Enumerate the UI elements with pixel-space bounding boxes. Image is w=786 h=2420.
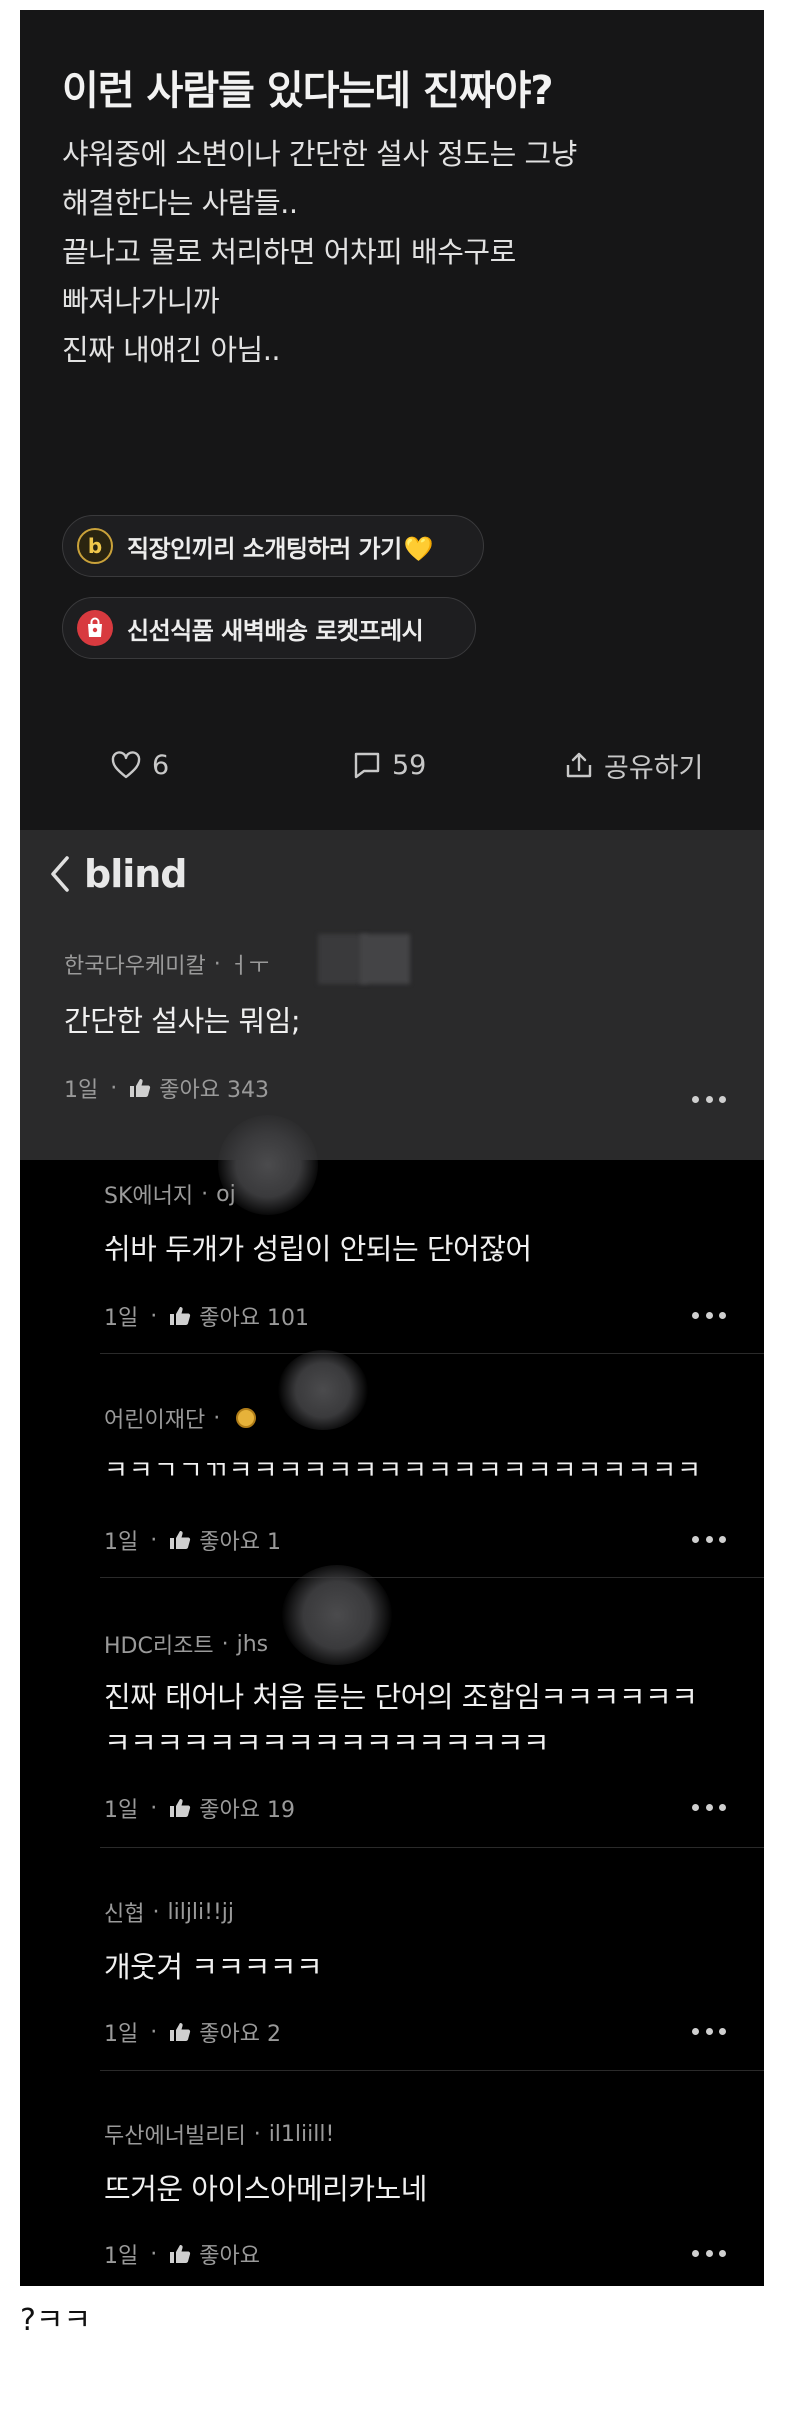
like-button[interactable]: 6 bbox=[110, 740, 169, 790]
screenshot-frame: 이런 사람들 있다는데 진짜야? 샤워중에 소변이나 간단한 설사 정도는 그냥… bbox=[20, 10, 764, 2286]
reply-author[interactable]: 두산에너빌리티 · il1liill! bbox=[104, 2118, 334, 2150]
thumbs-up-icon[interactable] bbox=[169, 2244, 191, 2264]
back-button[interactable]: blind bbox=[48, 846, 188, 902]
reply-author[interactable]: SK에너지 · oj bbox=[104, 1178, 236, 1210]
brand-logo: blind bbox=[84, 852, 188, 896]
reply-author[interactable]: 신협 · liljli!!jj bbox=[104, 1896, 234, 1928]
nickname: liljli!!jj bbox=[167, 1899, 235, 1925]
comment-text: 간단한 설사는 뭐임; bbox=[64, 1004, 301, 1038]
ad-link-label: 신선식품 새벽배송 로켓프레시 bbox=[127, 616, 424, 645]
thumbs-up-icon[interactable] bbox=[169, 2022, 191, 2042]
more-options-icon[interactable] bbox=[692, 2026, 726, 2036]
company-name: HDC리조트 bbox=[104, 1634, 214, 1659]
nickname: oj bbox=[216, 1181, 236, 1207]
ad-link-blind-dating[interactable]: b 직장인끼리 소개팅하러 가기💛 bbox=[62, 515, 484, 577]
comment-bubble-icon bbox=[354, 752, 380, 779]
post-body-line: 해결한다는 사람들.. bbox=[62, 186, 298, 220]
more-options-icon[interactable] bbox=[692, 1310, 726, 1320]
reply-divider bbox=[100, 1353, 764, 1354]
yellow-heart-icon: 💛 bbox=[403, 534, 434, 563]
share-button[interactable]: 공유하기 bbox=[564, 740, 703, 790]
blurred-avatar bbox=[282, 1565, 392, 1665]
thumbs-up-icon[interactable] bbox=[169, 1798, 191, 1818]
reply-age: 1일 bbox=[104, 2244, 139, 2269]
reply-author[interactable]: HDC리조트 · jhs bbox=[104, 1628, 268, 1660]
post-body: 샤워중에 소변이나 간단한 설사 정도는 그냥 해결한다는 사람들.. 끝나고 … bbox=[62, 130, 722, 375]
post-title: 이런 사람들 있다는데 진짜야? bbox=[62, 68, 554, 114]
reply-text: 쉬바 두개가 성립이 안되는 단어잖어 bbox=[104, 1232, 532, 1266]
nickname: il1liill! bbox=[268, 2121, 335, 2147]
reply-age: 1일 bbox=[104, 1530, 139, 1555]
reply-footer: 1일 · 좋아요 bbox=[104, 2238, 260, 2270]
reply-divider bbox=[100, 1847, 764, 1848]
reply-text: 진짜 태어나 처음 듣는 단어의 조합임ㅋㅋㅋㅋㅋㅋ bbox=[104, 1680, 698, 1714]
blurred-avatar bbox=[360, 934, 410, 984]
reply-age: 1일 bbox=[104, 1306, 139, 1331]
reply-text: 개웃겨 ㅋㅋㅋㅋㅋ bbox=[104, 1950, 323, 1984]
thumbs-up-icon[interactable] bbox=[169, 1306, 191, 1326]
post-body-line: 끝나고 물로 처리하면 어차피 배수구로 bbox=[62, 235, 516, 269]
post-body-line: 진짜 내얘긴 아님.. bbox=[62, 333, 281, 367]
ad-link-rocket-fresh[interactable]: 신선식품 새벽배송 로켓프레시 bbox=[62, 597, 476, 659]
like-label[interactable]: 좋아요 343 bbox=[159, 1072, 269, 1104]
like-label[interactable]: 좋아요 2 bbox=[199, 2016, 281, 2048]
more-options-icon[interactable] bbox=[692, 2248, 726, 2258]
like-label[interactable]: 좋아요 1 bbox=[199, 1524, 281, 1556]
more-options-icon[interactable] bbox=[692, 1534, 726, 1544]
post-card: 이런 사람들 있다는데 진짜야? 샤워중에 소변이나 간단한 설사 정도는 그냥… bbox=[20, 10, 764, 830]
reply-divider bbox=[100, 2070, 764, 2071]
company-name: 한국다우케미칼 bbox=[64, 954, 206, 979]
comment-author[interactable]: 한국다우케미칼 · ㅓㅜ bbox=[64, 948, 269, 980]
more-options-icon[interactable] bbox=[692, 1094, 726, 1104]
comment-age: 1일 bbox=[64, 1078, 99, 1103]
comment-count: 59 bbox=[392, 749, 427, 781]
comment-button[interactable]: 59 bbox=[352, 740, 426, 790]
company-name: 신협 bbox=[104, 1902, 145, 1927]
reply-footer: 1일 · 좋아요 101 bbox=[104, 1300, 309, 1332]
reply-author[interactable]: 어린이재단 · bbox=[104, 1402, 257, 1434]
post-actions-bar: 6 59 공유하기 bbox=[20, 740, 764, 790]
like-label[interactable]: 좋아요 19 bbox=[199, 1792, 295, 1824]
reply-divider bbox=[100, 1577, 764, 1578]
post-body-line: 빠져나가니까 bbox=[62, 284, 220, 318]
reply-footer: 1일 · 좋아요 2 bbox=[104, 2016, 281, 2048]
company-name: 어린이재단 bbox=[104, 1408, 206, 1433]
ad-link-label: 직장인끼리 소개팅하러 가기💛 bbox=[127, 534, 434, 563]
reply-footer: 1일 · 좋아요 1 bbox=[104, 1524, 281, 1556]
share-label: 공유하기 bbox=[604, 752, 704, 784]
reply-text: 뜨거운 아이스아메리카노네 bbox=[104, 2172, 427, 2206]
comment-footer: 1일 · 좋아요 343 bbox=[64, 1072, 269, 1104]
shopping-bag-icon bbox=[77, 610, 113, 646]
reply-age: 1일 bbox=[104, 1798, 139, 1823]
thumbs-up-icon[interactable] bbox=[129, 1078, 151, 1098]
reply-footer: 1일 · 좋아요 19 bbox=[104, 1792, 295, 1824]
chevron-left-icon bbox=[51, 856, 69, 892]
blurred-avatar bbox=[278, 1350, 368, 1430]
heart-icon bbox=[111, 751, 141, 779]
post-body-line: 샤워중에 소변이나 간단한 설사 정도는 그냥 bbox=[62, 137, 577, 171]
company-name: SK에너지 bbox=[104, 1184, 194, 1209]
comment-header-section: blind 한국다우케미칼 · ㅓㅜ 간단한 설사는 뭐임; 1일 · 좋아요 … bbox=[20, 830, 764, 1160]
blind-b-icon: b bbox=[77, 528, 113, 564]
like-label[interactable]: 좋아요 bbox=[199, 2238, 260, 2270]
nickname: jhs bbox=[236, 1631, 269, 1657]
coin-badge-icon bbox=[236, 1408, 257, 1428]
share-icon bbox=[566, 752, 592, 778]
company-name: 두산에너빌리티 bbox=[104, 2124, 246, 2149]
reply-text: ㅋㅋㅋㅋㅋㅋㅋㅋㅋㅋㅋㅋㅋㅋㅋㅋㅋ bbox=[104, 1726, 550, 1760]
reply-text: ㅋㅋㄱㄱㄲㅋㅋㅋㅋㅋㅋㅋㅋㅋㅋㅋㅋㅋㅋㅋㅋㅋㅋㅋ bbox=[104, 1456, 703, 1486]
caption-text: ?ㅋㅋ bbox=[20, 2303, 92, 2338]
thumbs-up-icon[interactable] bbox=[169, 1530, 191, 1550]
nickname: ㅓㅜ bbox=[228, 954, 270, 979]
like-count: 6 bbox=[152, 749, 170, 781]
like-label[interactable]: 좋아요 101 bbox=[199, 1300, 309, 1332]
more-options-icon[interactable] bbox=[692, 1802, 726, 1812]
reply-age: 1일 bbox=[104, 2022, 139, 2047]
